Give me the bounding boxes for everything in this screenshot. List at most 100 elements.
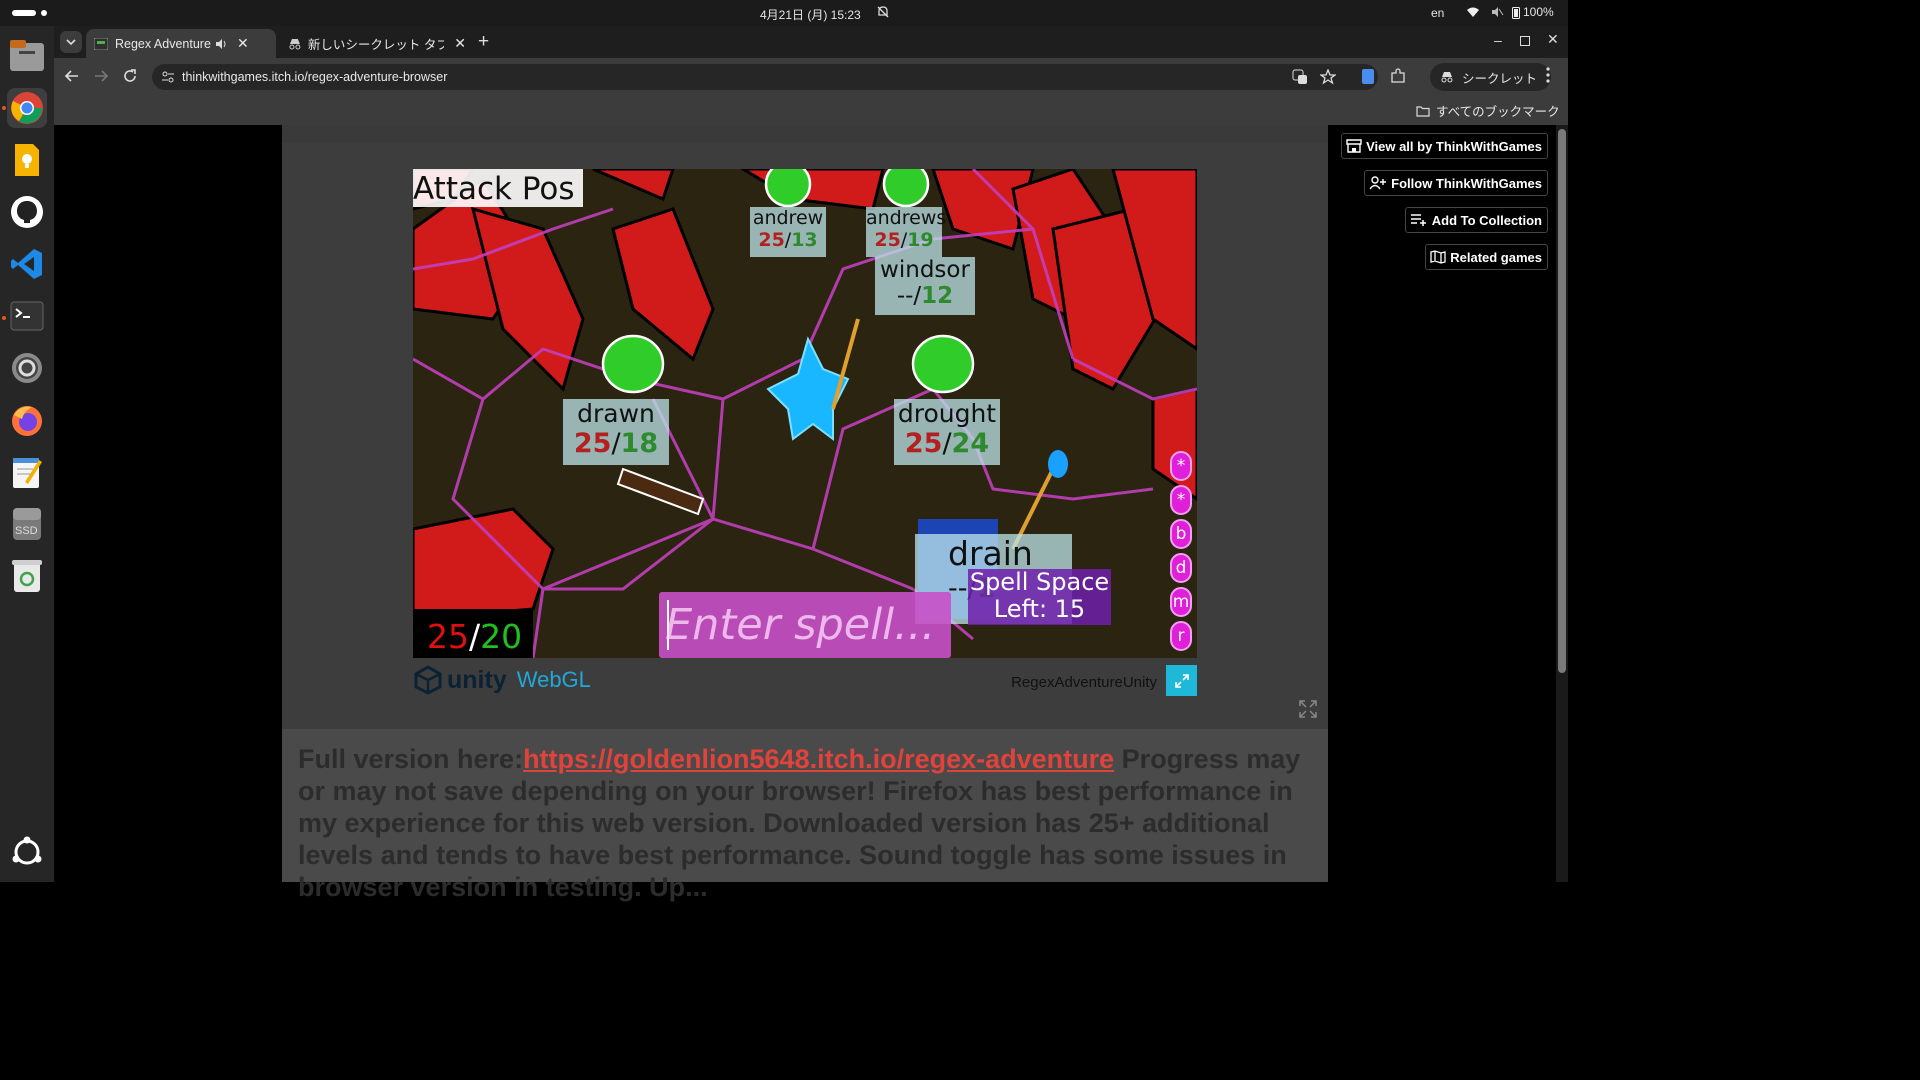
chrome-icon[interactable] xyxy=(7,88,47,128)
text-editor-icon[interactable] xyxy=(7,452,47,492)
scrollbar-thumb[interactable] xyxy=(1558,129,1566,673)
enemy-label-drought: drought 25/24 xyxy=(894,399,1000,465)
site-info-icon[interactable] xyxy=(161,70,175,84)
game-page-column: Attack Pos andrew 25/13 andrews 25/19 wi… xyxy=(282,125,1328,902)
add-user-icon xyxy=(1369,176,1387,190)
itch-fullscreen-button[interactable] xyxy=(1298,699,1318,724)
enemy-hp: 25 xyxy=(758,229,785,251)
follow-label: Follow ThinkWithGames xyxy=(1391,175,1542,191)
unity-wordmark: unity xyxy=(447,665,507,694)
arrow-left-icon xyxy=(64,70,78,82)
battery-percent: 100% xyxy=(1523,5,1554,19)
build-name: RegexAdventureUnity xyxy=(1011,674,1157,691)
add-to-collection-button[interactable]: Add To Collection xyxy=(1404,207,1548,233)
new-tab-button[interactable]: + xyxy=(478,31,489,53)
spell-button-star-1[interactable]: * xyxy=(1170,451,1192,481)
spell-space-panel: Spell Space Left: 15 xyxy=(968,569,1111,625)
incognito-icon xyxy=(289,38,301,49)
enemy-attack: 18 xyxy=(620,428,659,459)
battery-indicator[interactable]: 100% xyxy=(1512,5,1554,19)
tab-title: Regex Adventure Bro xyxy=(115,36,211,51)
address-bar[interactable]: thinkwithgames.itch.io/regex-adventure-b… xyxy=(152,64,1378,90)
enemy-name: andrew xyxy=(752,207,824,229)
follow-button[interactable]: Follow ThinkWithGames xyxy=(1364,170,1548,196)
related-games-button[interactable]: Related games xyxy=(1425,244,1548,270)
all-bookmarks-label: すべてのブックマーク xyxy=(1436,105,1560,119)
player-hp: 25 xyxy=(427,617,469,656)
browser-menu-button[interactable] xyxy=(1546,67,1550,88)
enemy-label-windsor: windsor --/12 xyxy=(875,257,975,315)
view-all-button[interactable]: View all by ThinkWithGames xyxy=(1341,133,1548,159)
trash-icon[interactable] xyxy=(7,556,47,596)
tab-incognito-new[interactable]: 新しいシークレット タブ ✕ xyxy=(282,29,466,58)
show-apps-icon[interactable] xyxy=(7,832,47,872)
firefox-icon[interactable] xyxy=(7,400,47,440)
spell-button-star-2[interactable]: * xyxy=(1170,485,1192,515)
spell-input-placeholder: Enter spell... xyxy=(665,600,936,650)
game-canvas[interactable]: Attack Pos andrew 25/13 andrews 25/19 wi… xyxy=(413,169,1197,658)
enemy-name: drought xyxy=(897,399,997,428)
activities-indicator[interactable] xyxy=(12,10,47,16)
enemy-name: windsor xyxy=(880,257,970,283)
reload-button[interactable] xyxy=(122,68,138,89)
game-embed-area: Attack Pos andrew 25/13 andrews 25/19 wi… xyxy=(282,143,1328,729)
full-version-link[interactable]: https://goldenlion5648.itch.io/regex-adv… xyxy=(523,744,1114,774)
extensions-puzzle-icon[interactable] xyxy=(1390,68,1406,89)
expand-icon xyxy=(1174,673,1189,688)
view-all-label: View all by ThinkWithGames xyxy=(1366,138,1542,154)
restore-window-button[interactable] xyxy=(1520,36,1530,46)
folder-icon xyxy=(1416,105,1430,117)
unity-fullscreen-button[interactable] xyxy=(1166,665,1197,696)
tab-close-icon[interactable]: ✕ xyxy=(237,35,249,52)
ssd-drive-icon[interactable]: SSD xyxy=(7,504,47,544)
fullscreen-icon xyxy=(1299,700,1317,718)
player-attack: 20 xyxy=(480,617,523,656)
spell-button-r[interactable]: r xyxy=(1170,621,1192,651)
terminal-icon[interactable] xyxy=(7,296,47,336)
spell-input[interactable]: Enter spell... xyxy=(659,592,951,658)
store-icon xyxy=(1346,139,1362,153)
tab-search-button[interactable] xyxy=(60,31,82,53)
related-games-label: Related games xyxy=(1450,249,1542,265)
vscode-icon[interactable] xyxy=(7,244,47,284)
bookmarks-bar: すべてのブックマーク xyxy=(54,96,1568,125)
arrow-right-icon xyxy=(95,70,109,82)
unity-footer: unity WebGL RegexAdventureUnity xyxy=(413,665,1197,703)
github-icon[interactable] xyxy=(7,192,47,232)
enemy-name: andrews xyxy=(866,207,947,229)
battery-icon xyxy=(1512,6,1520,19)
volume-muted-icon[interactable] xyxy=(1490,5,1504,22)
enemy-label-drawn: drawn 25/18 xyxy=(563,399,669,465)
tab-regex-adventure[interactable]: Regex Adventure Bro ✕ xyxy=(86,29,276,58)
spell-button-d[interactable]: d xyxy=(1170,553,1192,583)
settings-icon[interactable] xyxy=(7,348,47,388)
input-language-indicator[interactable]: en xyxy=(1431,6,1444,20)
itch-side-actions: View all by ThinkWithGames Follow ThinkW… xyxy=(1328,125,1568,882)
incognito-indicator[interactable]: シークレット xyxy=(1430,63,1552,91)
audio-playing-icon[interactable] xyxy=(215,38,227,50)
more-vertical-icon xyxy=(1546,67,1550,83)
all-bookmarks-button[interactable]: すべてのブックマーク xyxy=(1416,101,1560,120)
minimize-window-button[interactable]: – xyxy=(1494,32,1502,48)
forward-button[interactable] xyxy=(93,68,109,89)
enemy-hp: 25 xyxy=(874,229,901,251)
url-text[interactable]: thinkwithgames.itch.io/regex-adventure-b… xyxy=(182,70,447,84)
page-scrollbar[interactable] xyxy=(1556,125,1568,882)
application-dock: SSD xyxy=(0,26,54,882)
spell-button-m[interactable]: m xyxy=(1170,587,1192,617)
back-button[interactable] xyxy=(64,68,80,89)
spell-button-b[interactable]: b xyxy=(1170,519,1192,549)
translate-icon[interactable] xyxy=(1292,69,1308,85)
close-window-button[interactable]: ✕ xyxy=(1547,31,1559,48)
bookmark-star-icon[interactable] xyxy=(1320,69,1336,85)
extension-blue-icon[interactable] xyxy=(1362,69,1374,84)
wifi-icon[interactable] xyxy=(1466,5,1480,22)
map-icon xyxy=(1430,250,1446,264)
keep-notes-icon[interactable] xyxy=(7,140,47,180)
enemy-hp: 25 xyxy=(573,428,612,459)
files-icon[interactable] xyxy=(7,36,47,76)
tab-close-icon[interactable]: ✕ xyxy=(454,35,466,52)
reload-icon xyxy=(124,69,136,82)
notifications-muted-icon[interactable] xyxy=(876,5,890,22)
clock[interactable]: 4月21日 (月) 15:23 xyxy=(760,6,861,23)
